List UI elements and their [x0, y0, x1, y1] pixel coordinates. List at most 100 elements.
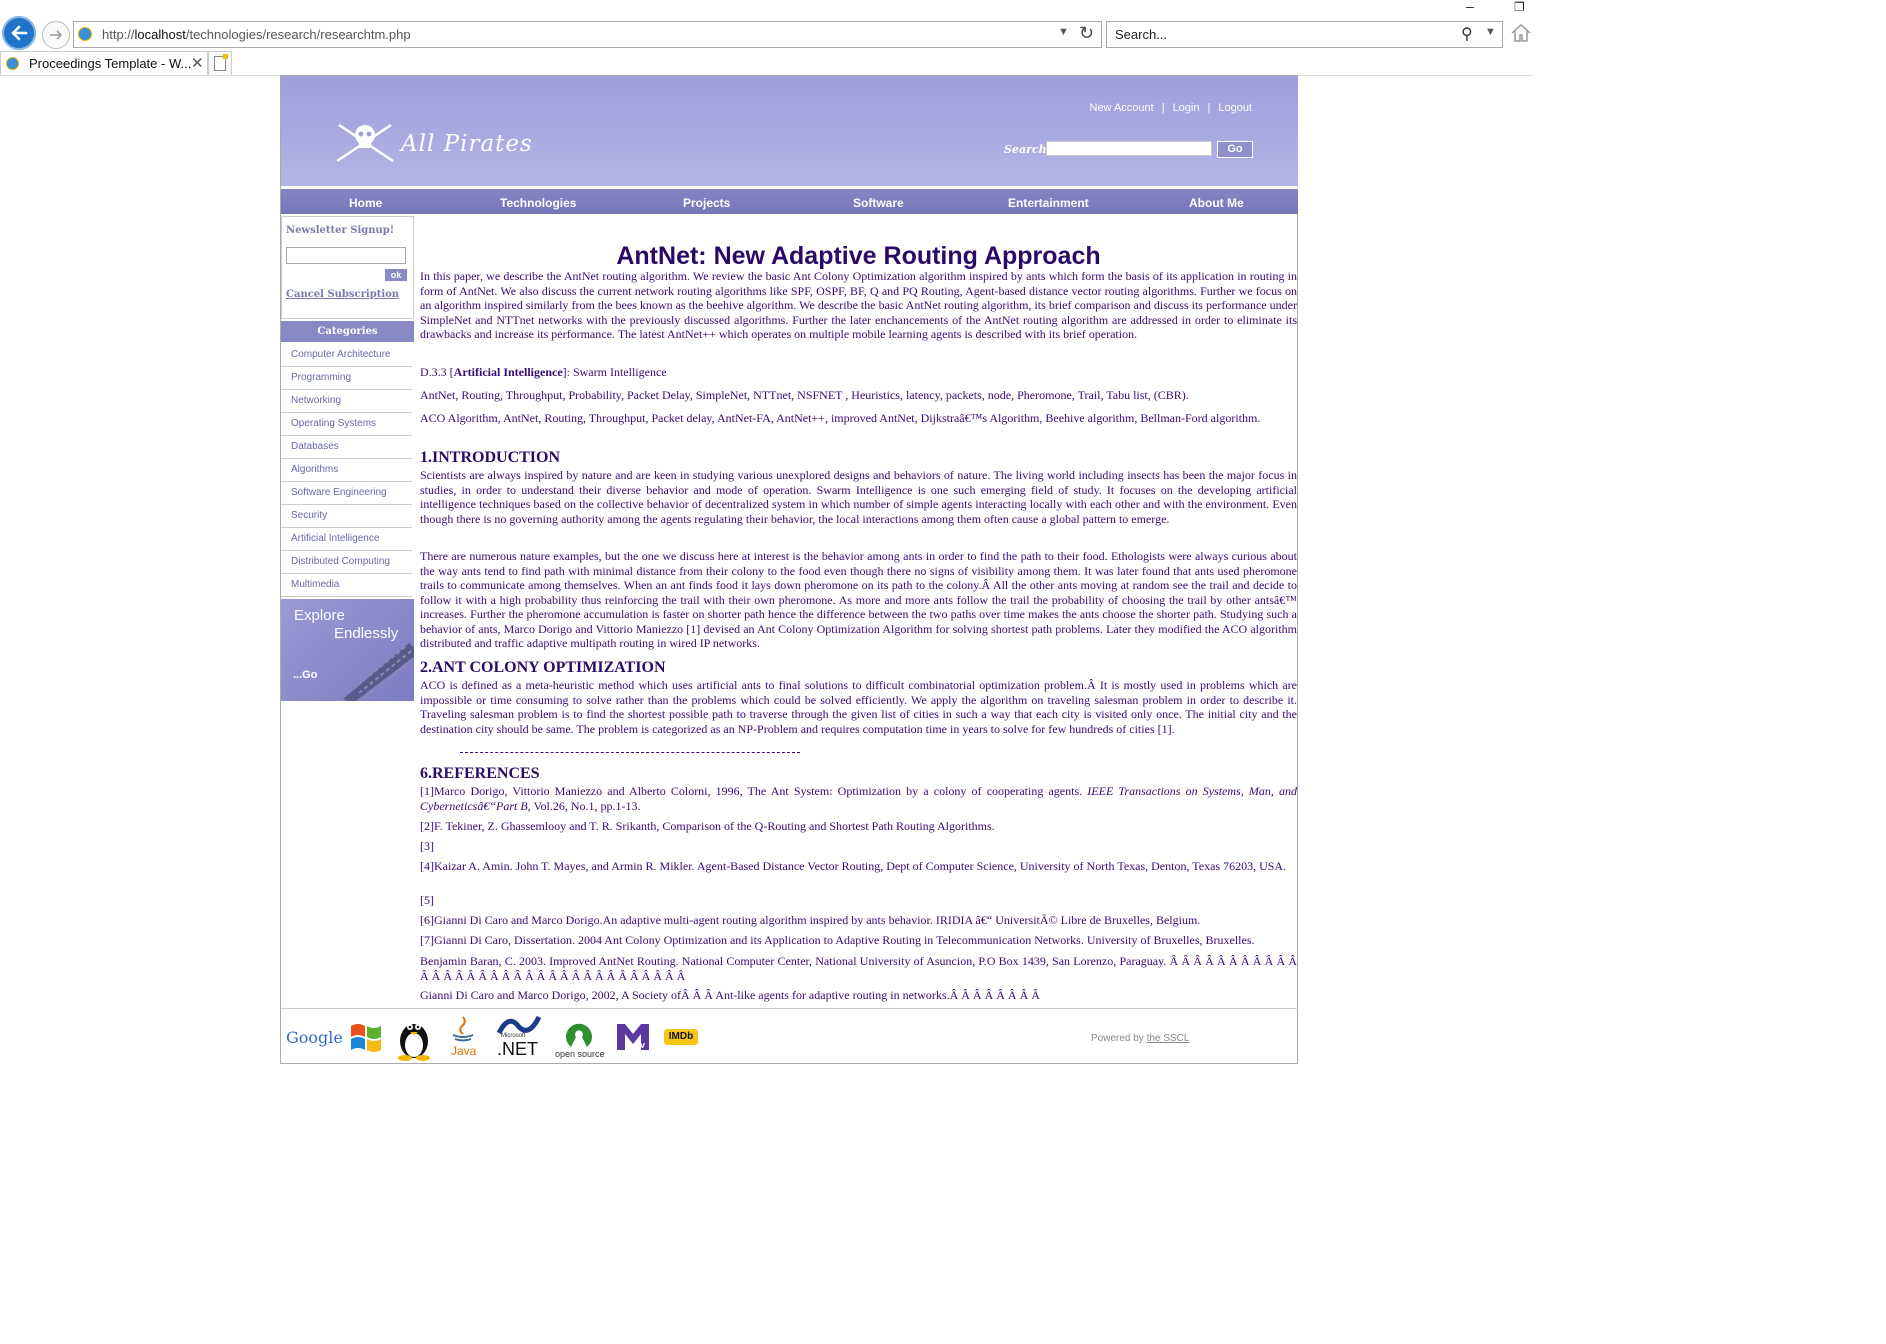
browser-search-box[interactable]: ⚲ ▼ [1106, 21, 1503, 48]
back-arrow-icon [11, 25, 28, 41]
dotnet-wave-icon [496, 1015, 542, 1035]
url-text: http://localhost/technologies/research/r… [102, 27, 411, 42]
address-dropdown-icon[interactable]: ▼ [1058, 26, 1069, 38]
categories-heading: Categories [281, 321, 414, 342]
new-account-link[interactable]: New Account [1090, 102, 1154, 114]
reference-6: [6]Gianni Di Caro and Marco Dorigo.An ad… [420, 913, 1201, 927]
tab-proceedings-template[interactable]: Proceedings Template - W... ✕ [0, 51, 208, 76]
dotnet-logo[interactable]: Microsoft .NET [495, 1015, 543, 1061]
category-operating-systems[interactable]: Operating Systems [281, 413, 412, 436]
address-bar[interactable]: http://localhost/technologies/research/r… [73, 21, 1102, 48]
sscl-link[interactable]: the SSCL [1147, 1033, 1190, 1044]
linux-tux-icon[interactable] [395, 1015, 433, 1061]
category-artificial-intelligence[interactable]: Artificial Intelligence [281, 528, 412, 551]
category-networking[interactable]: Networking [281, 390, 412, 413]
nav-projects[interactable]: Projects [683, 196, 730, 210]
category-algorithms[interactable]: Algorithms [281, 459, 412, 482]
acm-category: D.3.3 [Artificial Intelligence]: Swarm I… [420, 365, 667, 379]
refresh-icon[interactable]: ↻ [1079, 23, 1094, 44]
newsletter-label: Newsletter Signup! [286, 225, 395, 236]
java-logo[interactable]: Java [447, 1015, 481, 1061]
keywords: ACO Algorithm, AntNet, Routing, Throughp… [420, 411, 1261, 425]
category-distributed-computing[interactable]: Distributed Computing [281, 551, 412, 574]
back-button[interactable] [2, 16, 36, 50]
site-footer: Google Java Microsoft .NET open source t… [281, 1009, 1298, 1064]
nav-software[interactable]: Software [853, 196, 904, 210]
brand-name: All Pirates [401, 131, 533, 157]
nav-entertainment[interactable]: Entertainment [1008, 196, 1089, 210]
logout-link[interactable]: Logout [1218, 102, 1252, 114]
heading-aco: 2.ANT COLONY OPTIMIZATION [420, 659, 666, 676]
new-tab-icon [214, 54, 228, 71]
category-programming[interactable]: Programming [281, 367, 412, 390]
link-separator: | [1207, 102, 1211, 114]
site-search-label: Search: [1004, 143, 1051, 156]
new-tab-button[interactable] [208, 51, 232, 76]
ie-page-icon [78, 27, 92, 41]
reference-1: [1]Marco Dorigo, Vittorio Maniezzo and A… [420, 784, 1298, 813]
site-search-input[interactable] [1046, 141, 1212, 156]
reference-3: [3] [420, 839, 434, 853]
aco-paragraph: ACO is defined as a meta-heuristic metho… [420, 678, 1297, 736]
forward-arrow-icon [50, 30, 63, 40]
open-source-logo[interactable]: open source [553, 1019, 605, 1063]
general-terms: AntNet, Routing, Throughput, Probability… [420, 388, 1189, 402]
nav-about-me[interactable]: About Me [1189, 196, 1244, 210]
home-icon[interactable] [1510, 22, 1532, 44]
ie-page-icon [6, 57, 19, 70]
reference-5: [5] [420, 893, 434, 907]
explore-line1: Explore [294, 607, 345, 624]
categories-list: Computer Architecture Programming Networ… [281, 344, 412, 597]
reference-8: Benjamin Baran, C. 2003. Improved AntNet… [420, 954, 1297, 983]
intro-paragraph-2: There are numerous nature examples, but … [420, 549, 1297, 650]
category-computer-architecture[interactable]: Computer Architecture [281, 344, 412, 367]
newsletter-box: Newsletter Signup! ok Cancel Subscriptio… [281, 216, 414, 319]
open-source-icon [566, 1023, 592, 1047]
browser-search-input[interactable] [1113, 26, 1447, 43]
reference-7: [7]Gianni Di Caro, Dissertation. 2004 An… [420, 933, 1255, 947]
login-link[interactable]: Login [1173, 102, 1200, 114]
explore-go-link[interactable]: ...Go [293, 669, 317, 681]
cancel-subscription-link[interactable]: Cancel Subscription [286, 289, 399, 300]
link-separator: | [1161, 102, 1165, 114]
powered-by: Powered by the SSCL [1091, 1033, 1190, 1044]
site-logo[interactable]: All Pirates [333, 119, 532, 170]
reference-4: [4]Kaizar A. Amin. John T. Mayes, and Ar… [420, 859, 1287, 873]
intro-paragraph-1: Scientists are always inspired by nature… [420, 468, 1297, 526]
abstract: In this paper, we describe the AntNet ro… [420, 269, 1297, 341]
site-search-go-button[interactable]: Go [1217, 141, 1253, 158]
main-nav: Home Technologies Projects Software Ente… [281, 187, 1298, 214]
windows-logo-icon[interactable] [347, 1020, 385, 1054]
reference-9: Gianni Di Caro and Marco Dorigo, 2002, A… [420, 988, 1040, 1002]
category-software-engineering[interactable]: Software Engineering [281, 482, 412, 505]
explore-endlessly-banner[interactable]: Explore Endlessly ...Go [281, 599, 414, 701]
nav-technologies[interactable]: Technologies [500, 196, 576, 210]
truncated-text-artifact [460, 752, 800, 755]
imdb-logo[interactable]: IMDb [664, 1029, 698, 1045]
java-cup-icon [452, 1016, 474, 1042]
search-icon[interactable]: ⚲ [1461, 24, 1473, 44]
account-links: New Account | Login | Logout [1090, 102, 1253, 114]
newsletter-ok-button[interactable]: ok [385, 269, 407, 281]
category-databases[interactable]: Databases [281, 436, 412, 459]
browser-chrome: – ❐ http://localhost/technologies/resear… [0, 0, 1543, 76]
nav-home[interactable]: Home [349, 196, 382, 210]
forward-button[interactable] [42, 21, 70, 49]
keyboard-icon [343, 643, 414, 701]
category-multimedia[interactable]: Multimedia [281, 574, 412, 597]
newsletter-email-input[interactable] [286, 247, 406, 264]
category-security[interactable]: Security [281, 505, 412, 528]
search-dropdown-icon[interactable]: ▼ [1485, 26, 1496, 38]
google-logo[interactable]: Google [286, 1028, 343, 1047]
mtv-logo-icon[interactable]: tv [615, 1020, 651, 1054]
restore-icon[interactable]: ❐ [1514, 0, 1525, 14]
site-frame: All Pirates New Account | Login | Logout Sea… [280, 75, 1298, 1064]
reference-2: [2]F. Tekiner, Z. Ghassemlooy and T. R. … [420, 819, 995, 833]
svg-text:tv: tv [637, 1040, 645, 1050]
site-header: All Pirates New Account | Login | Logout Sea… [281, 76, 1298, 186]
sidebar: Newsletter Signup! ok Cancel Subscriptio… [281, 216, 414, 701]
heading-references: 6.REFERENCES [420, 765, 540, 782]
minimize-icon[interactable]: – [1466, 0, 1474, 14]
explore-line2: Endlessly [334, 625, 399, 642]
tab-close-icon[interactable]: ✕ [191, 54, 204, 72]
